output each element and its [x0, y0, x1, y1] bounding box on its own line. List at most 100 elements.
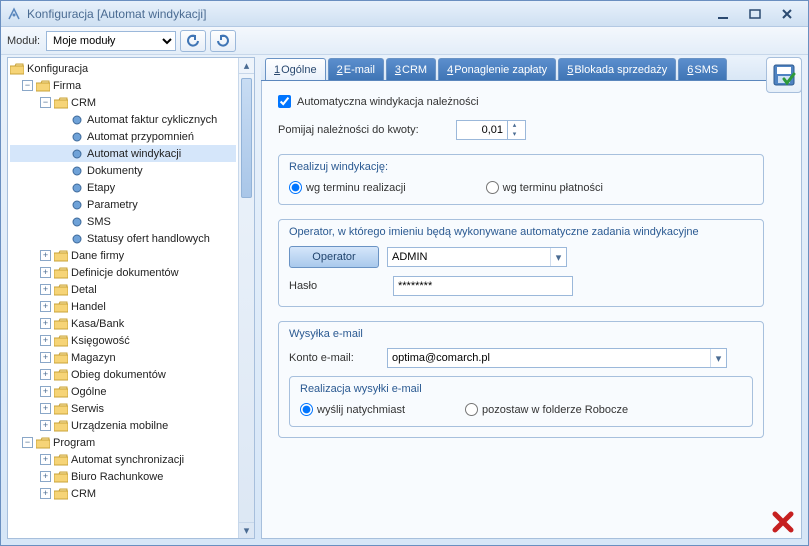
folder-icon: [54, 317, 68, 331]
refresh-back-button[interactable]: [180, 30, 206, 52]
tree-item[interactable]: Etapy: [10, 179, 236, 196]
folder-icon: [54, 266, 68, 280]
collapse-icon[interactable]: −: [22, 437, 33, 448]
chevron-down-icon[interactable]: ▾: [710, 349, 726, 367]
operator-button[interactable]: Operator: [289, 246, 379, 268]
close-button[interactable]: [776, 6, 798, 22]
tree-item[interactable]: +Kasa/Bank: [10, 315, 236, 332]
tree-item[interactable]: +Detal: [10, 281, 236, 298]
email-legend: Wysyłka e-mail: [289, 328, 753, 340]
email-account-combo[interactable]: optima@comarch.pl ▾: [387, 348, 727, 368]
tree-item[interactable]: +Serwis: [10, 400, 236, 417]
tabs-area: 1Ogólne 2E-mail 3CRM 4Ponaglenie zapłaty…: [261, 57, 802, 539]
scroll-thumb[interactable]: [241, 78, 252, 198]
minimize-button[interactable]: [712, 6, 734, 22]
tree-item[interactable]: Dokumenty: [10, 162, 236, 179]
tree-item[interactable]: +Księgowość: [10, 332, 236, 349]
tree-scrollbar[interactable]: ▴ ▾: [238, 58, 254, 538]
tree-item[interactable]: +Obieg dokumentów: [10, 366, 236, 383]
tab-sms[interactable]: 6SMS: [678, 58, 727, 80]
folder-icon: [36, 79, 50, 93]
folder-icon: [10, 62, 24, 76]
tree-item[interactable]: Parametry: [10, 196, 236, 213]
chevron-down-icon[interactable]: ▾: [550, 248, 566, 266]
folder-icon: [54, 283, 68, 297]
auto-collection-checkbox[interactable]: [278, 95, 291, 108]
scroll-down-icon[interactable]: ▾: [239, 522, 254, 538]
folder-icon: [54, 368, 68, 382]
expand-icon[interactable]: +: [40, 420, 51, 431]
tree-item-selected[interactable]: Automat windykacji: [10, 145, 236, 162]
leave-in-drafts-radio[interactable]: [465, 403, 478, 416]
expand-icon[interactable]: +: [40, 488, 51, 499]
folder-icon: [54, 300, 68, 314]
expand-icon[interactable]: +: [40, 301, 51, 312]
spinner-down-icon[interactable]: ▾: [508, 130, 521, 139]
expand-icon[interactable]: +: [40, 369, 51, 380]
tab-email[interactable]: 2E-mail: [328, 58, 384, 80]
tab-reminder[interactable]: 4Ponaglenie zapłaty: [438, 58, 556, 80]
tab-crm[interactable]: 3CRM: [386, 58, 436, 80]
tree-crm[interactable]: − CRM: [10, 94, 236, 111]
tree-item[interactable]: Automat przypomnień: [10, 128, 236, 145]
collapse-icon[interactable]: −: [22, 80, 33, 91]
save-button[interactable]: [766, 57, 802, 93]
tree-item[interactable]: +Biuro Rachunkowe: [10, 468, 236, 485]
tree-item[interactable]: +Dane firmy: [10, 247, 236, 264]
tree-item[interactable]: +Handel: [10, 298, 236, 315]
tree-item[interactable]: +Automat synchronizacji: [10, 451, 236, 468]
expand-icon[interactable]: +: [40, 250, 51, 261]
expand-icon[interactable]: +: [40, 471, 51, 482]
tree-root[interactable]: Konfiguracja: [10, 60, 236, 77]
spinner-up-icon[interactable]: ▴: [508, 121, 521, 130]
tree-firma[interactable]: − Firma: [10, 77, 236, 94]
password-input[interactable]: [393, 276, 573, 296]
scroll-up-icon[interactable]: ▴: [239, 58, 254, 74]
tree-item[interactable]: +Definicje dokumentów: [10, 264, 236, 281]
tree-item[interactable]: +Urządzenia mobilne: [10, 417, 236, 434]
realize-by-payment-radio[interactable]: [486, 181, 499, 194]
expand-icon[interactable]: +: [40, 454, 51, 465]
realize-by-date-radio[interactable]: [289, 181, 302, 194]
cancel-close-button[interactable]: [768, 507, 798, 537]
tab-body: Automatyczna windykacja należności Pomij…: [261, 81, 802, 539]
realize-fieldset: Realizuj windykację: wg terminu realizac…: [278, 154, 764, 205]
expand-icon[interactable]: +: [40, 335, 51, 346]
config-window: Konfiguracja [Automat windykacji] Moduł:…: [0, 0, 809, 546]
folder-icon: [54, 385, 68, 399]
skip-amount-input[interactable]: [457, 123, 507, 137]
tree-program[interactable]: − Program: [10, 434, 236, 451]
tree-item[interactable]: +Ogólne: [10, 383, 236, 400]
folder-icon: [54, 402, 68, 416]
maximize-button[interactable]: [744, 6, 766, 22]
refresh-forward-button[interactable]: [210, 30, 236, 52]
folder-icon: [54, 249, 68, 263]
tab-general[interactable]: 1Ogólne: [265, 58, 326, 80]
skip-amount-spinner[interactable]: ▴▾: [456, 120, 526, 140]
tree-item[interactable]: Statusy ofert handlowych: [10, 230, 236, 247]
tree-item[interactable]: +Magazyn: [10, 349, 236, 366]
tree-item[interactable]: SMS: [10, 213, 236, 230]
auto-collection-label: Automatyczna windykacja należności: [297, 96, 479, 108]
operator-combo[interactable]: ADMIN ▾: [387, 247, 567, 267]
tree-item[interactable]: +CRM: [10, 485, 236, 502]
collapse-icon[interactable]: −: [40, 97, 51, 108]
tab-sales-block[interactable]: 5Blokada sprzedaży: [558, 58, 676, 80]
module-select[interactable]: Moje moduły: [46, 31, 176, 51]
expand-icon[interactable]: +: [40, 352, 51, 363]
folder-icon: [54, 470, 68, 484]
tree-item[interactable]: Automat faktur cyklicznych: [10, 111, 236, 128]
folder-icon: [54, 351, 68, 365]
operator-legend: Operator, w którego imieniu będą wykonyw…: [289, 226, 753, 238]
expand-icon[interactable]: +: [40, 318, 51, 329]
password-label: Hasło: [289, 280, 385, 292]
skip-amount-label: Pomijaj należności do kwoty:: [278, 124, 448, 136]
expand-icon[interactable]: +: [40, 403, 51, 414]
expand-icon[interactable]: +: [40, 386, 51, 397]
expand-icon[interactable]: +: [40, 267, 51, 278]
operator-fieldset: Operator, w którego imieniu będą wykonyw…: [278, 219, 764, 307]
module-label: Moduł:: [7, 35, 40, 47]
expand-icon[interactable]: +: [40, 284, 51, 295]
send-immediately-radio[interactable]: [300, 403, 313, 416]
realize-legend: Realizuj windykację:: [289, 161, 753, 173]
